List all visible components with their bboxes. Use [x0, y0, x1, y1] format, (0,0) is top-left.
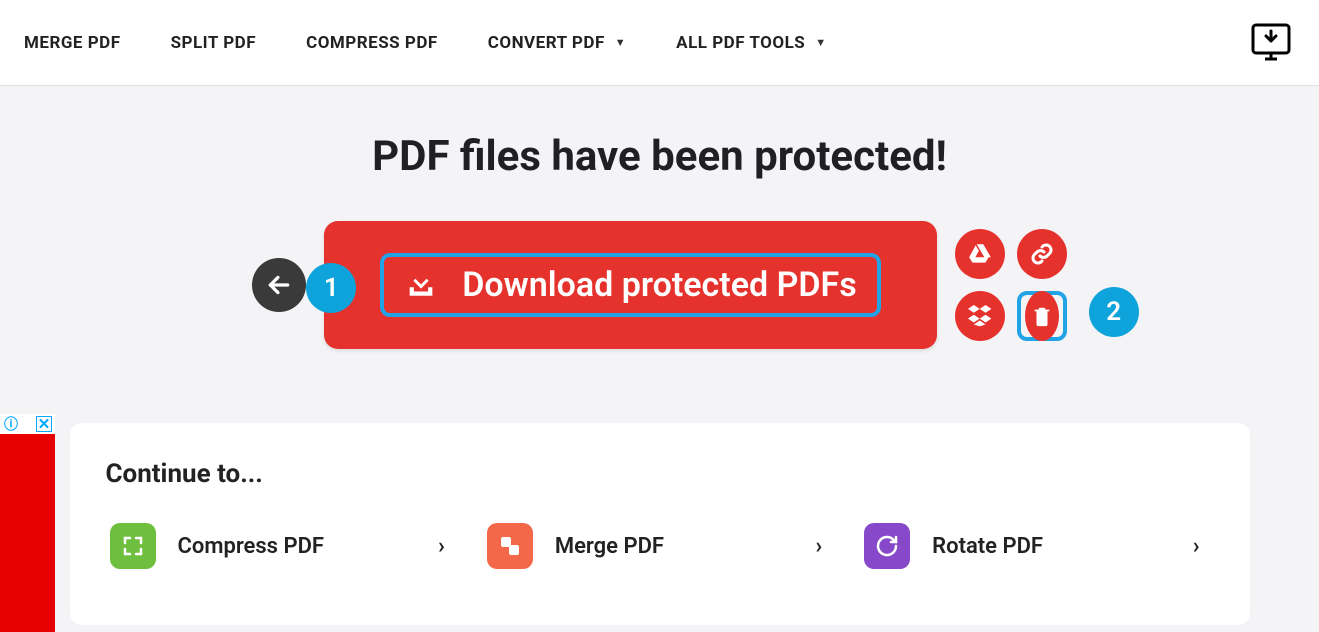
- continue-compress-pdf[interactable]: Compress PDF ›: [106, 515, 459, 577]
- ad-controls: ⓘ ✕: [0, 414, 55, 434]
- google-drive-button[interactable]: [955, 229, 1005, 279]
- nav-all-pdf-tools[interactable]: ALL PDF TOOLS: [676, 33, 826, 53]
- download-panel: 1 Download protected PDFs: [324, 221, 936, 349]
- main-content: PDF files have been protected! 1 Do: [0, 86, 1319, 625]
- download-icon: [404, 266, 438, 304]
- chevron-right-icon: ›: [1193, 534, 1210, 559]
- nav-merge-pdf[interactable]: MERGE PDF: [24, 33, 121, 53]
- nav-compress-pdf[interactable]: COMPRESS PDF: [306, 33, 438, 53]
- download-row: 1 Download protected PDFs: [0, 221, 1319, 349]
- dropbox-button[interactable]: [955, 291, 1005, 341]
- back-button[interactable]: [252, 258, 306, 312]
- compress-icon: [110, 523, 156, 569]
- continue-rotate-pdf[interactable]: Rotate PDF ›: [860, 515, 1213, 577]
- annotation-badge-2: 2: [1089, 287, 1139, 337]
- continue-item-label: Rotate PDF: [932, 534, 1193, 559]
- chevron-right-icon: ›: [438, 534, 455, 559]
- ad-info-icon[interactable]: ⓘ: [3, 416, 19, 432]
- delete-button[interactable]: [1025, 291, 1059, 341]
- continue-item-label: Merge PDF: [555, 534, 816, 559]
- continue-merge-pdf[interactable]: Merge PDF ›: [483, 515, 836, 577]
- continue-item-label: Compress PDF: [178, 534, 439, 559]
- top-nav: MERGE PDF SPLIT PDF COMPRESS PDF CONVERT…: [0, 0, 1319, 86]
- continue-title: Continue to...: [106, 459, 1214, 489]
- merge-icon: [487, 523, 533, 569]
- nav-split-pdf[interactable]: SPLIT PDF: [171, 33, 257, 53]
- download-monitor-icon[interactable]: [1247, 19, 1295, 67]
- continue-card: Continue to... Compress PDF › Merge PDF …: [70, 423, 1250, 625]
- rotate-icon: [864, 523, 910, 569]
- annotation-badge-1: 1: [306, 263, 356, 313]
- side-icons: 2: [955, 229, 1067, 341]
- download-label: Download protected PDFs: [462, 265, 856, 305]
- nav-convert-pdf[interactable]: CONVERT PDF: [488, 33, 626, 53]
- delete-highlight: [1017, 291, 1067, 341]
- continue-row: Compress PDF › Merge PDF › Rotate PDF ›: [106, 515, 1214, 577]
- chevron-right-icon: ›: [816, 534, 833, 559]
- share-link-button[interactable]: [1017, 229, 1067, 279]
- ad-banner: ⓘ ✕: [0, 414, 55, 632]
- page-title: PDF files have been protected!: [0, 132, 1319, 181]
- download-button[interactable]: Download protected PDFs: [380, 253, 880, 317]
- ad-close-icon[interactable]: ✕: [36, 416, 52, 432]
